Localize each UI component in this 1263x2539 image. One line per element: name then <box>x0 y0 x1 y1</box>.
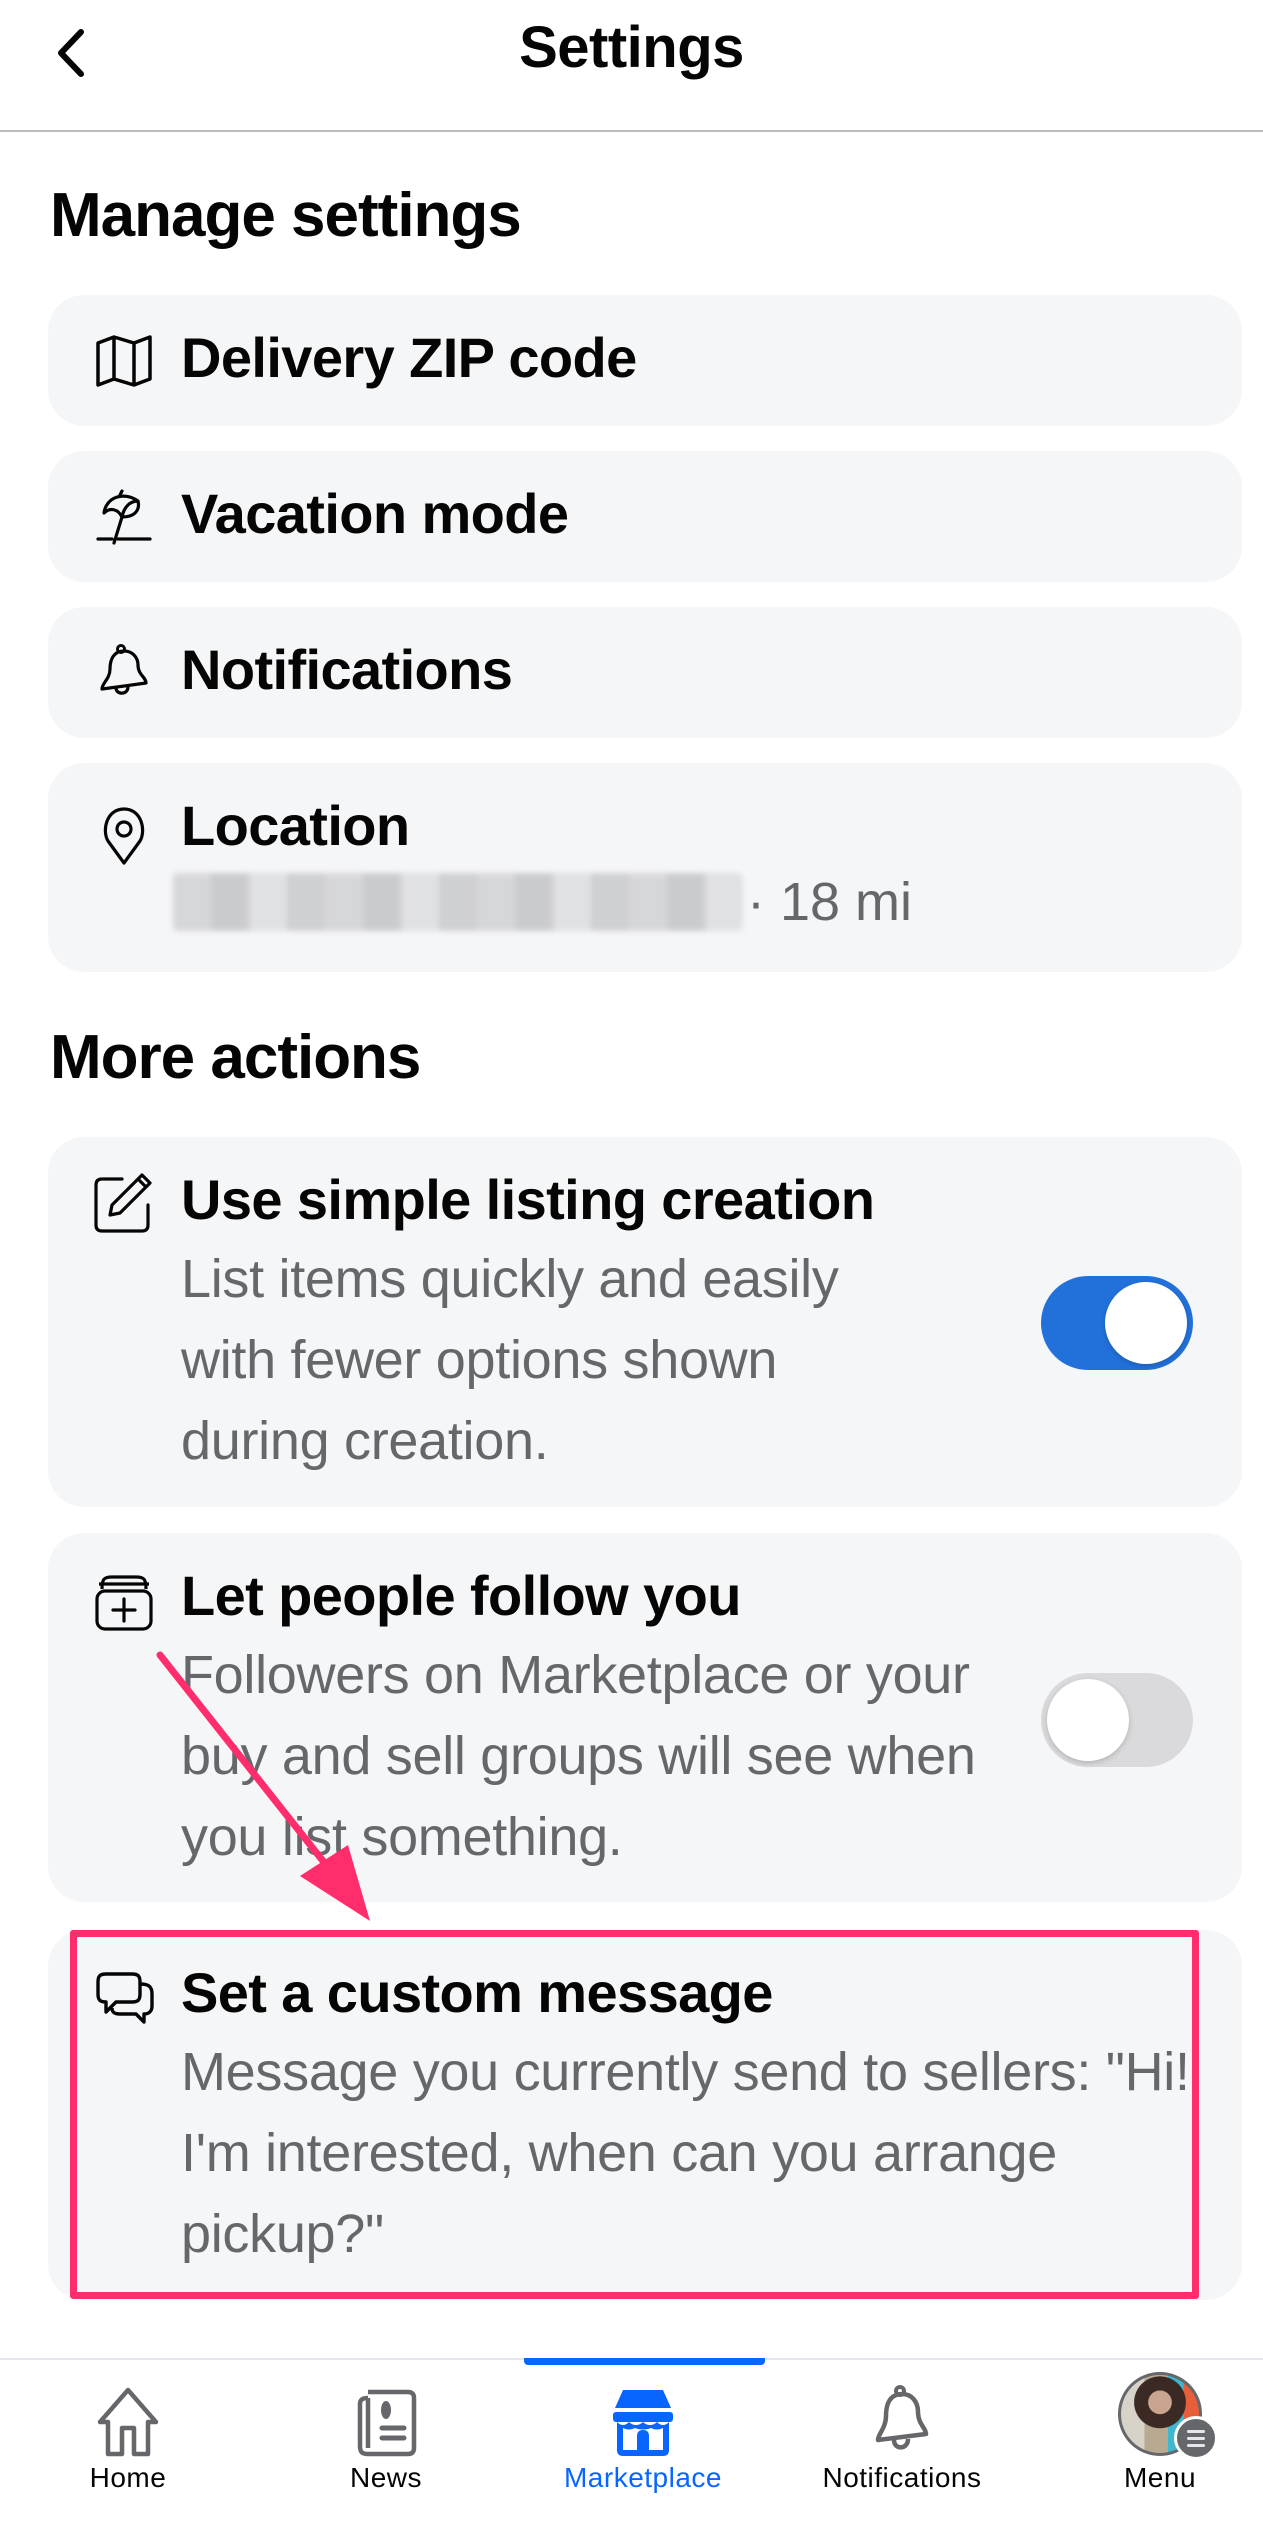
settings-item-location[interactable]: Location · 18 mi <box>48 763 1242 972</box>
redacted-location-name <box>173 873 743 931</box>
settings-item-delivery-zip[interactable]: Delivery ZIP code <box>48 295 1242 426</box>
nav-label: Home <box>89 2462 167 2493</box>
nav-label: Notifications <box>822 2462 982 2493</box>
action-item-label: Use simple listing creation <box>181 1168 875 1231</box>
action-item-description: Message you currently send to sellers: "… <box>181 2042 1190 2264</box>
add-to-stack-icon <box>94 1571 154 1631</box>
action-item-simple-listing[interactable]: Use simple listing creation List items q… <box>48 1137 1242 1507</box>
menu-hamburger-icon <box>1174 2416 1218 2460</box>
beach-umbrella-icon <box>94 487 154 547</box>
action-item-let-people-follow[interactable]: Let people follow you Followers on Marke… <box>48 1533 1242 1902</box>
marketplace-shop-icon <box>603 2382 683 2462</box>
toggle-knob <box>1105 1282 1187 1364</box>
chat-bubbles-icon <box>96 1970 156 2030</box>
news-feed-icon <box>346 2382 426 2462</box>
nav-tab-marketplace[interactable]: Marketplace <box>533 2360 753 2539</box>
settings-item-label: Notifications <box>181 638 513 701</box>
nav-tab-home[interactable]: Home <box>18 2360 238 2539</box>
nav-label: Marketplace <box>563 2462 722 2493</box>
nav-tab-menu[interactable]: Menu <box>1050 2360 1263 2539</box>
action-item-description: Followers on Marketplace or your buy and… <box>181 1645 976 1867</box>
section-title-more-actions: More actions <box>50 1023 421 1092</box>
settings-item-notifications[interactable]: Notifications <box>48 607 1242 738</box>
action-item-description: List items quickly and easily with fewer… <box>181 1249 839 1471</box>
settings-item-label: Location <box>181 794 410 857</box>
action-item-label: Let people follow you <box>181 1564 741 1627</box>
let-people-follow-toggle[interactable] <box>1041 1673 1193 1767</box>
nav-label: Menu <box>1123 2462 1197 2493</box>
action-item-custom-message[interactable]: Set a custom message Message you current… <box>48 1930 1242 2300</box>
nav-label: News <box>349 2462 422 2493</box>
bell-icon <box>862 2382 942 2462</box>
simple-listing-toggle[interactable] <box>1041 1276 1193 1370</box>
map-icon <box>94 331 154 391</box>
bottom-navigation: Home News Marketplace Notifications Menu <box>0 2358 1263 2539</box>
top-bar: Settings <box>0 0 1263 132</box>
bell-icon <box>94 643 154 703</box>
location-distance: · 18 mi <box>747 872 913 932</box>
home-icon <box>88 2382 168 2462</box>
settings-item-label: Delivery ZIP code <box>181 326 637 389</box>
location-pin-icon <box>100 805 160 865</box>
settings-item-label: Vacation mode <box>181 482 569 545</box>
nav-tab-news[interactable]: News <box>276 2360 496 2539</box>
page-title: Settings <box>519 15 744 80</box>
nav-tab-notifications[interactable]: Notifications <box>792 2360 1012 2539</box>
settings-item-vacation-mode[interactable]: Vacation mode <box>48 451 1242 582</box>
location-value: · 18 mi <box>173 871 912 933</box>
edit-icon <box>94 1173 154 1233</box>
section-title-manage-settings: Manage settings <box>50 181 522 250</box>
action-item-label: Set a custom message <box>181 1961 773 2024</box>
toggle-knob <box>1047 1679 1129 1761</box>
